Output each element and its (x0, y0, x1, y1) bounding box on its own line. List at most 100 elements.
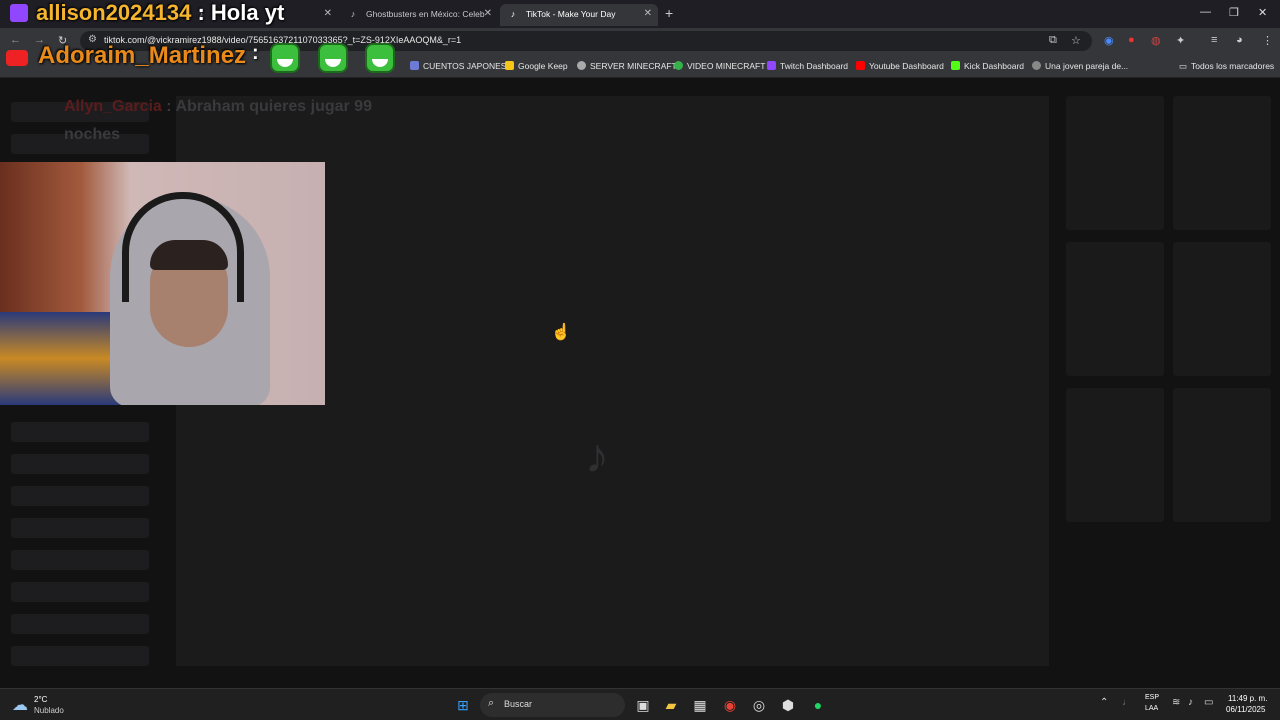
wifi-icon[interactable]: ≋ (1172, 697, 1180, 708)
app-icon[interactable]: ⬢ (779, 696, 797, 714)
close-tab-icon[interactable]: ✕ (324, 4, 332, 24)
tiktok-logo-icon: ♪ (585, 430, 609, 483)
bookmark-label: SERVER MINECRAFT (590, 61, 677, 71)
bookmark-google-keep[interactable]: Google Keep (505, 61, 568, 71)
bookmark-kick-dashboard[interactable]: Kick Dashboard (951, 61, 1024, 71)
bookmark-cuentos-japones[interactable]: CUENTOS JAPONES (410, 61, 506, 71)
faded-chat-message: Allyn_Garcia : Abraham quieres jugar 99 (64, 98, 372, 116)
overlay-chat-sep: : (197, 0, 205, 25)
skeleton-placeholder (11, 518, 149, 538)
mouse-cursor-icon: ☝ (551, 324, 571, 341)
tab-tiktok-title: TikTok - Make Your Day (526, 9, 616, 19)
clock-time[interactable]: 11:49 p. m. (1228, 694, 1267, 703)
keyboard-layout: LAA (1145, 705, 1159, 712)
emote-icon (318, 43, 348, 73)
emote-icon (270, 43, 300, 73)
weather-temperature: 2°C (34, 695, 48, 704)
screen: ♪ ✕ ♪ Ghostbusters en México: Celeb ✕ ♪ … (0, 0, 1280, 720)
extensions-puzzle-icon[interactable]: ✦ (1176, 34, 1185, 47)
maximize-icon[interactable]: ❐ (1229, 6, 1239, 19)
video-thumbnail[interactable] (1173, 242, 1271, 376)
extension-icon[interactable]: ◉ (1104, 34, 1114, 47)
overlay-chat-username: Adoraim_Martinez (38, 42, 247, 69)
taskbar-search[interactable]: ⌕ Buscar (480, 693, 625, 717)
weather-cloud-icon[interactable]: ☁ (12, 695, 28, 715)
bookmark-favicon-icon (767, 61, 776, 70)
emote-icon (365, 43, 395, 73)
search-icon: ⌕ (488, 697, 495, 709)
windows-start-icon[interactable]: ⊞ (454, 696, 472, 714)
bookmark-label: Kick Dashboard (964, 61, 1025, 71)
tiktok-icon: ♪ (350, 9, 356, 19)
video-thumbnail[interactable] (1066, 388, 1164, 522)
overlay-chat-message: allison2024134 : Hola yt (36, 0, 284, 26)
close-tab-icon[interactable]: ✕ (644, 4, 652, 24)
tab-ghostbusters[interactable]: ♪ Ghostbusters en México: Celeb ✕ (340, 4, 498, 26)
tab-ghostbusters-title: Ghostbusters en México: Celeb (366, 9, 485, 19)
install-app-icon[interactable]: ⧉ (1049, 34, 1057, 47)
menu-kebab-icon[interactable]: ⋮ (1262, 34, 1273, 47)
skeleton-placeholder (11, 550, 149, 570)
faded-chat-message-line2: noches (64, 126, 121, 143)
overlay-chat-user: allison2024134 (36, 0, 192, 25)
bookmark-favicon-icon (856, 61, 865, 70)
tiktok-icon: ♪ (510, 9, 516, 19)
extension-icon[interactable]: ◍ (1151, 34, 1161, 47)
search-placeholder: Buscar (504, 699, 533, 709)
video-thumbnail[interactable] (1173, 96, 1271, 230)
bookmark-label: VIDEO MINECRAFT (687, 61, 766, 71)
video-thumbnail[interactable] (1066, 242, 1164, 376)
close-tab-icon[interactable]: ✕ (484, 4, 492, 24)
new-tab-button[interactable]: + (665, 5, 673, 21)
skeleton-placeholder (11, 614, 149, 634)
tray-overflow-icon[interactable]: ⌃ (1100, 697, 1108, 708)
bookmark-twitch-dashboard[interactable]: Twitch Dashboard (767, 61, 848, 71)
skeleton-placeholder (11, 646, 149, 666)
bookmark-favicon-icon (951, 61, 960, 70)
weather-description: Nublado (34, 706, 64, 715)
bookmark-favicon-icon (410, 61, 419, 70)
bookmark-star-icon[interactable]: ☆ (1071, 34, 1081, 47)
spotify-icon[interactable]: ● (809, 696, 827, 714)
minimize-icon[interactable]: — (1200, 6, 1211, 18)
overlay-chat-text: Hola yt (210, 0, 285, 25)
bookmark-youtube-dashboard[interactable]: Youtube Dashboard (856, 61, 944, 71)
faded-chat-user: Allyn_Garcia (64, 98, 162, 115)
file-explorer-icon[interactable]: ▰ (662, 696, 680, 714)
close-window-icon[interactable]: ✕ (1258, 6, 1267, 19)
media-icon[interactable]: ≡ (1211, 34, 1217, 46)
bookmark-label: CUENTOS JAPONES (423, 61, 507, 71)
bookmark-label: Youtube Dashboard (869, 61, 944, 71)
windows-taskbar: ☁ 2°C Nublado ⊞ ⌕ Buscar ▣ ▰ ▦ ◉ ◎ ⬢ ● ⌃… (0, 688, 1280, 720)
microphone-icon[interactable]: ♩ (1122, 697, 1132, 708)
skeleton-placeholder (11, 582, 149, 602)
skeleton-placeholder (11, 486, 149, 506)
video-thumbnail[interactable] (1173, 388, 1271, 522)
video-thumbnail[interactable] (1066, 96, 1164, 230)
bookmark-favicon-icon (505, 61, 514, 70)
profile-avatar-icon[interactable]: ◕ (1236, 34, 1243, 46)
bookmark-favicon-icon (674, 61, 683, 70)
webcam-hair (150, 240, 228, 270)
back-icon[interactable]: ← (10, 34, 21, 46)
battery-icon[interactable]: ▭ (1204, 697, 1213, 708)
overlay-chat-sep: : (252, 42, 259, 64)
all-bookmarks-label: Todos los marcadores (1191, 61, 1275, 71)
volume-icon[interactable]: ♪ (1188, 697, 1193, 708)
bookmark-server-minecraft[interactable]: SERVER MINECRAFT (577, 61, 677, 71)
obs-icon[interactable]: ◎ (750, 696, 768, 714)
bookmark-label: Una joven pareja de... (1045, 61, 1129, 71)
clock-date: 06/11/2025 (1226, 705, 1266, 714)
keyboard-language[interactable]: ESP (1145, 694, 1159, 701)
bookmark-una-joven[interactable]: Una joven pareja de... (1032, 61, 1128, 71)
bookmark-label: Twitch Dashboard (780, 61, 849, 71)
store-icon[interactable]: ▦ (691, 696, 709, 714)
tab-tiktok[interactable]: ♪ TikTok - Make Your Day ✕ (500, 4, 658, 26)
webcam-overlay (0, 162, 325, 405)
extension-icon[interactable]: ● (1128, 34, 1135, 46)
bookmark-video-minecraft[interactable]: VIDEO MINECRAFT (674, 61, 765, 71)
all-bookmarks-folder[interactable]: ▭ Todos los marcadores (1179, 61, 1274, 72)
task-view-icon[interactable]: ▣ (634, 696, 652, 714)
chrome-icon[interactable]: ◉ (721, 696, 739, 714)
twitch-icon (10, 4, 28, 22)
